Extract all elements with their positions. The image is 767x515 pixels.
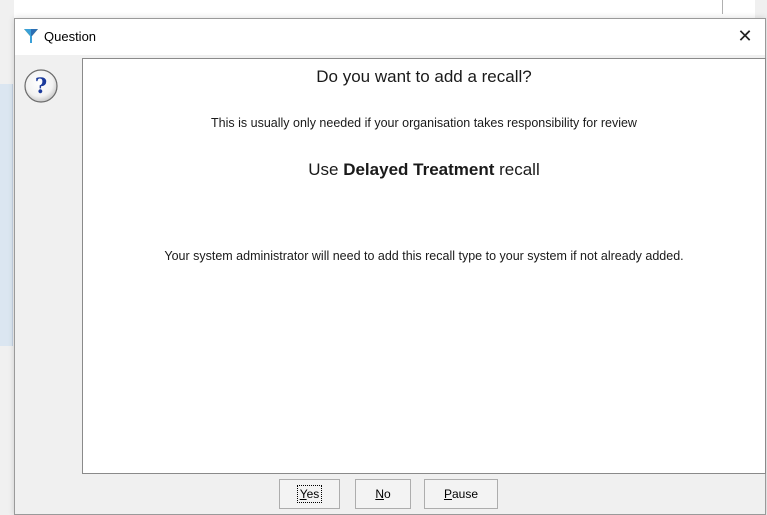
svg-text:?: ? [35,73,47,98]
title-bar[interactable]: Question ✕ [15,19,765,55]
pause-button[interactable]: Pause [424,479,498,509]
recall-type-name: Delayed Treatment [343,160,495,179]
yes-mnemonic: Y [299,487,307,501]
admin-note: Your system administrator will need to a… [164,249,684,263]
question-dialog: Question ✕ ? Do you want to add a recall… [14,18,766,515]
recall-instruction: Use Delayed Treatment recall [83,160,765,180]
background-app-panel [0,84,13,346]
yes-button-label: Yes [296,485,323,503]
window-title: Question [44,29,97,44]
filter-funnel-icon [23,27,39,45]
yes-button[interactable]: Yes [279,479,340,509]
recall-prefix: Use [308,160,344,179]
close-button[interactable]: ✕ [725,19,765,53]
pause-label-rest: ause [451,487,479,501]
button-row: Yes No Pause [15,479,765,509]
no-button[interactable]: No [355,479,411,509]
message-panel: Do you want to add a recall? This is usu… [82,58,766,474]
no-label-rest: o [383,487,391,501]
recall-suffix: recall [494,160,540,179]
no-mnemonic: N [375,487,384,501]
background-divider [722,0,723,14]
message-heading: Do you want to add a recall? [316,67,532,86]
message-subtext: This is usually only needed if your orga… [211,116,637,130]
yes-label-rest: es [306,487,320,501]
pause-mnemonic: P [443,487,452,501]
question-icon: ? [23,68,59,104]
